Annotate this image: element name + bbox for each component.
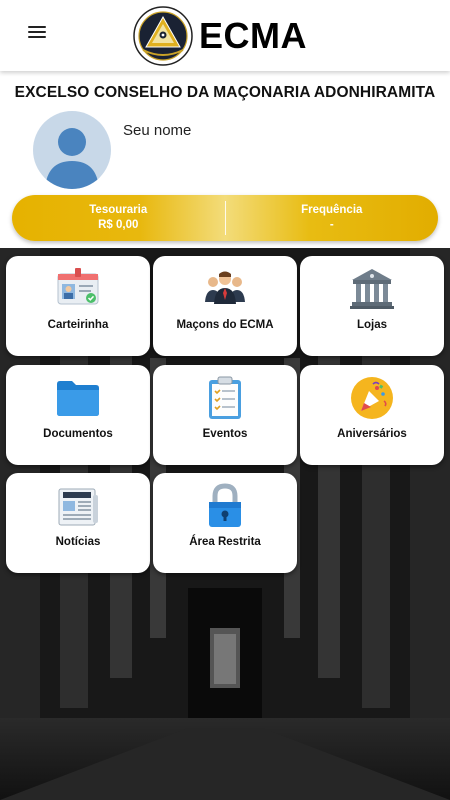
party-popper-icon xyxy=(351,377,393,419)
menu-tile-label: Notícias xyxy=(55,536,101,548)
folder-icon xyxy=(57,381,99,416)
menu-tile-carteirinha[interactable]: Carteirinha xyxy=(6,256,150,356)
members-group-icon xyxy=(205,271,245,304)
treasury-section[interactable]: Tesouraria R$ 0,00 xyxy=(12,203,225,233)
user-name: Seu nome xyxy=(123,122,192,139)
user-silhouette-icon xyxy=(45,128,99,189)
menu-tile-macons[interactable]: Maçons do ECMA xyxy=(153,256,297,356)
menu-tile-label: Eventos xyxy=(202,428,248,440)
avatar[interactable] xyxy=(33,111,111,189)
temple-icon xyxy=(350,269,394,309)
treasury-label: Tesouraria xyxy=(89,204,148,216)
brand-title: ECMA xyxy=(199,15,307,56)
app-bar: ECMA xyxy=(0,0,450,71)
menu-tile-area-restrita[interactable]: Área Restrita xyxy=(153,473,297,573)
app-logo: ECMA xyxy=(133,6,307,66)
organization-title: EXCELSO CONSELHO DA MAÇONARIA ADONHIRAMI… xyxy=(14,84,436,101)
menu-tile-noticias[interactable]: Notícias xyxy=(6,473,150,573)
menu-tile-label: Carteirinha xyxy=(47,319,109,331)
menu-tile-lojas[interactable]: Lojas xyxy=(300,256,444,356)
frequency-value: - xyxy=(329,219,334,231)
menu-tile-documentos[interactable]: Documentos xyxy=(6,365,150,465)
treasury-value: R$ 0,00 xyxy=(98,219,139,231)
menu-tile-label: Maçons do ECMA xyxy=(176,319,274,331)
menu-tile-eventos[interactable]: Eventos xyxy=(153,365,297,465)
menu-tile-label: Lojas xyxy=(356,319,388,331)
masonic-emblem-icon xyxy=(133,6,193,66)
hall-background: Carteirinha Maçons do ECMA Lojas Documen… xyxy=(0,248,450,800)
clipboard-checklist-icon xyxy=(209,376,241,419)
hamburger-menu-icon[interactable] xyxy=(22,20,52,44)
id-card-icon xyxy=(57,268,99,305)
menu-tile-aniversarios[interactable]: Aniversários xyxy=(300,365,444,465)
newspaper-icon xyxy=(58,488,98,526)
menu-tile-label: Documentos xyxy=(43,428,113,440)
padlock-icon xyxy=(209,483,241,527)
menu-tile-label: Área Restrita xyxy=(189,536,261,548)
frequency-label: Frequência xyxy=(301,204,363,216)
summary-bar: Tesouraria R$ 0,00 Frequência - xyxy=(12,195,438,241)
frequency-section[interactable]: Frequência - xyxy=(226,203,439,233)
menu-tile-label: Aniversários xyxy=(337,428,407,440)
